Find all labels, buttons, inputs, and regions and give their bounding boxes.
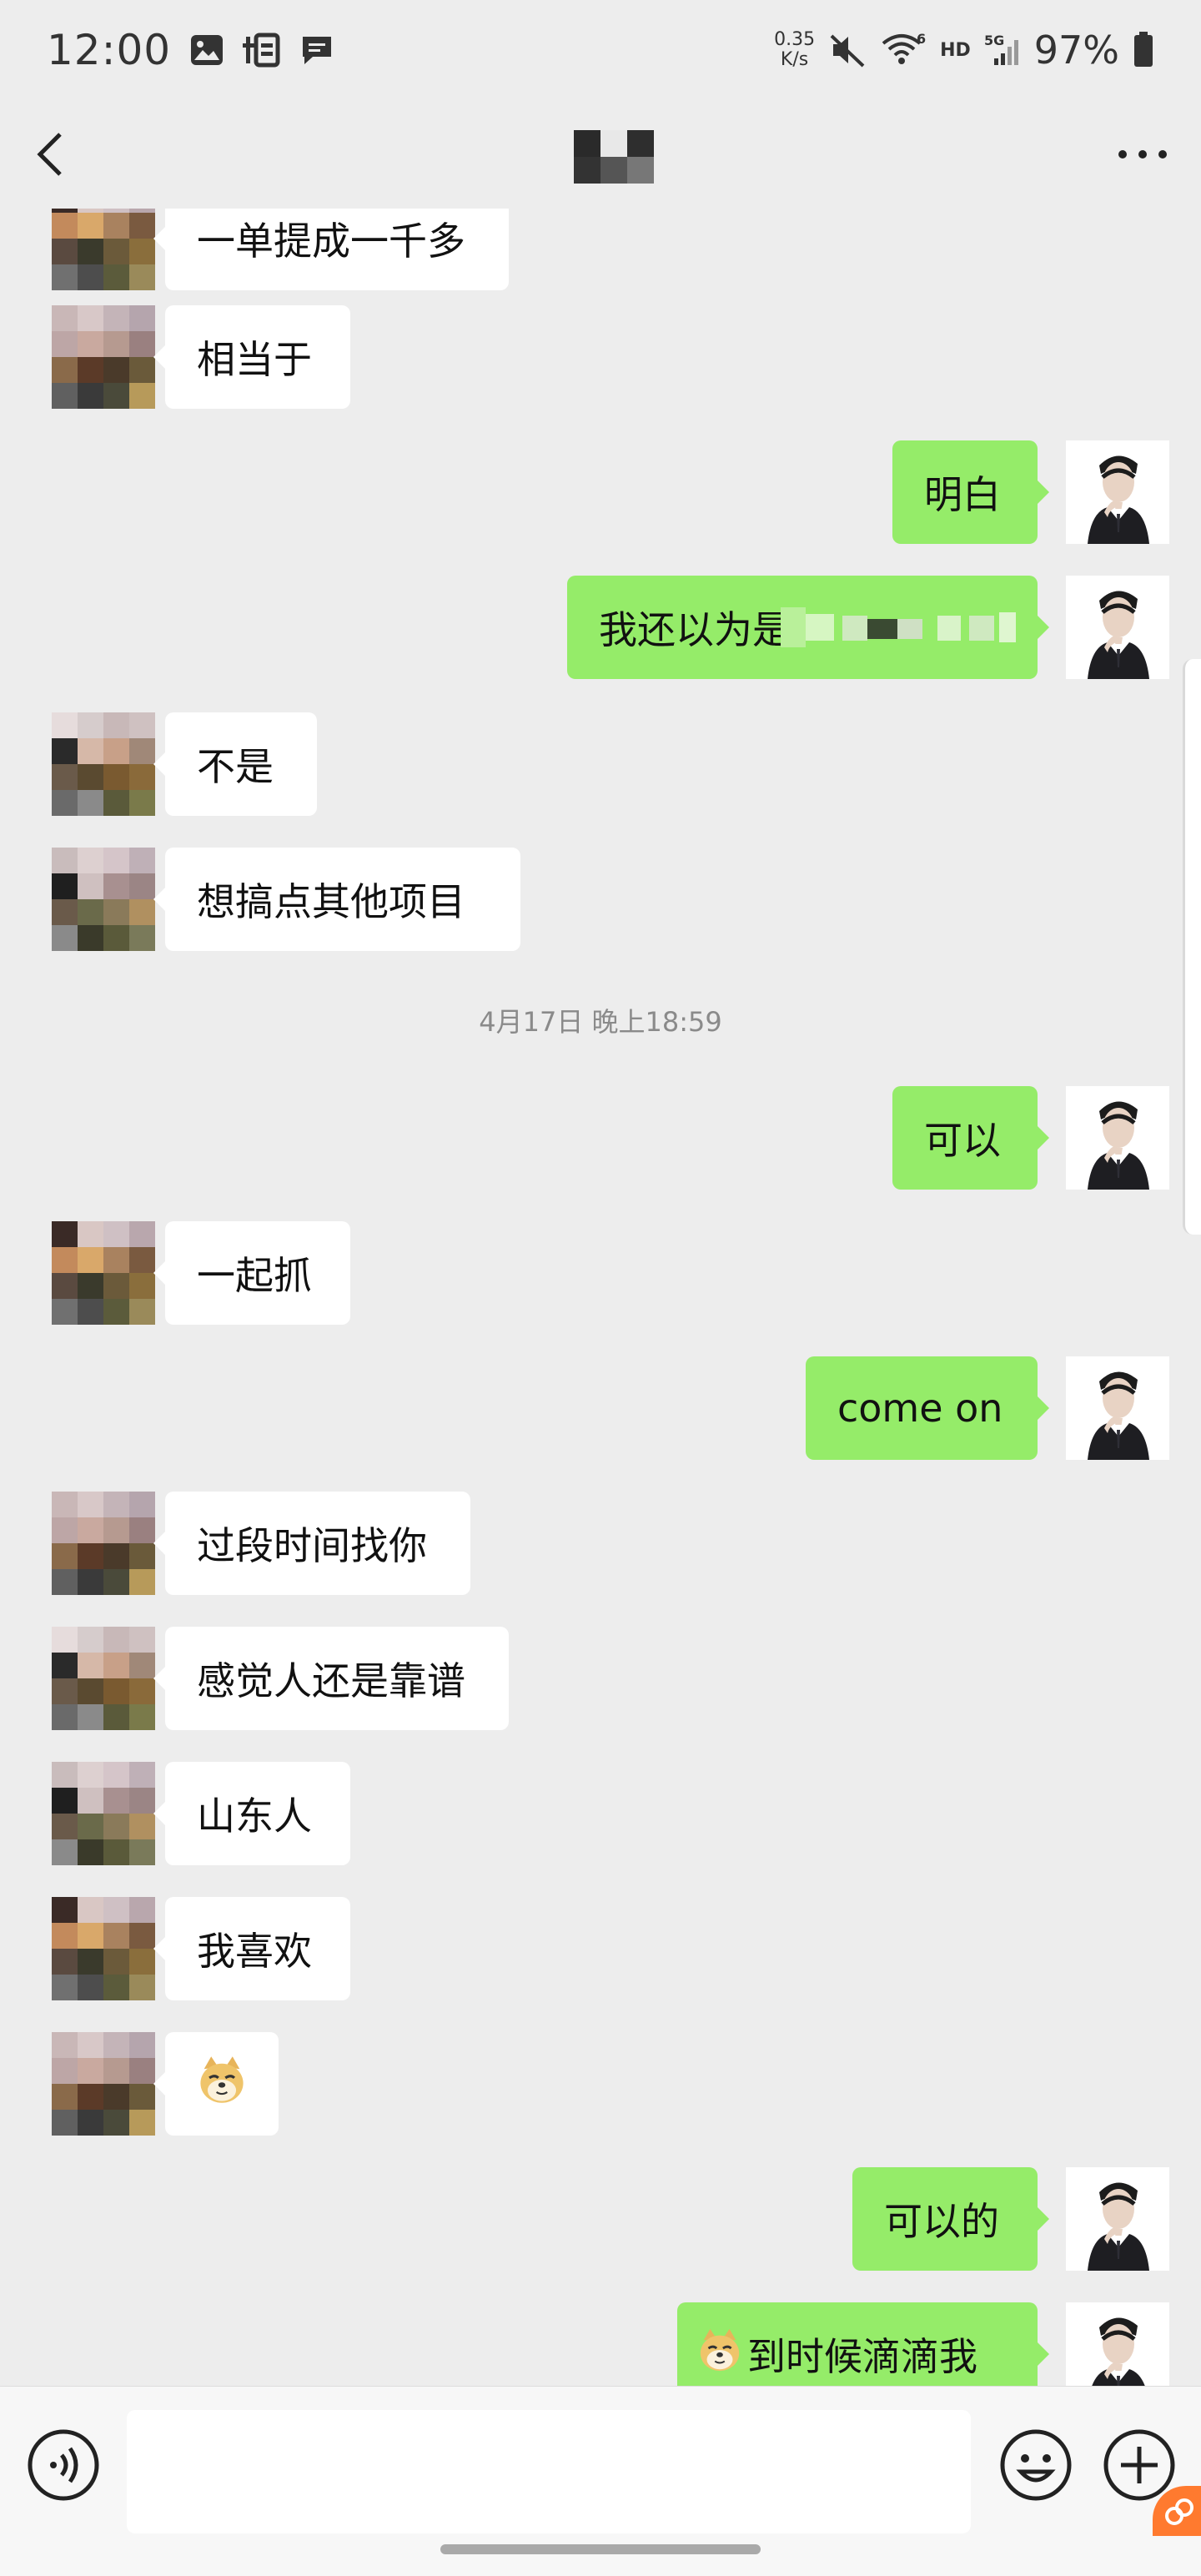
- status-time: 12:00: [47, 26, 172, 74]
- voice-icon[interactable]: [27, 2428, 100, 2502]
- avatar[interactable]: [52, 848, 155, 951]
- battery-icon: [1133, 32, 1154, 68]
- emoji-icon[interactable]: [999, 2428, 1073, 2502]
- signal-icon: 5G: [984, 32, 1021, 68]
- hd-label: HD: [940, 39, 971, 61]
- avatar-mosaic: [52, 712, 155, 816]
- avatar[interactable]: [52, 209, 155, 290]
- net-speed: 0.35 K/s: [774, 30, 815, 70]
- outgoing-message[interactable]: 可以的: [852, 2167, 1049, 2271]
- outgoing-message[interactable]: 我还以为是: [567, 576, 1049, 679]
- avatar-self[interactable]: [1066, 1356, 1169, 1460]
- avatar[interactable]: [52, 1627, 155, 1730]
- outgoing-message[interactable]: 可以: [892, 1086, 1049, 1190]
- avatar[interactable]: [52, 1762, 155, 1865]
- incoming-message[interactable]: 我喜欢: [153, 1897, 350, 2000]
- contact-name-redacted: [574, 130, 654, 184]
- message-text: 一单提成一千多: [197, 219, 465, 264]
- avatar-mosaic: [52, 305, 155, 409]
- incoming-message[interactable]: 一起抓: [153, 1221, 350, 1325]
- status-bar: 12:00 0.35 K/s 6 HD 5G 97%: [0, 0, 1201, 100]
- message-text: 想搞点其他项目: [197, 879, 465, 924]
- gallery-icon: [189, 33, 224, 67]
- avatar-self[interactable]: [1066, 2302, 1169, 2386]
- message-text: come on: [837, 1386, 1003, 1431]
- avatar-mosaic: [52, 848, 155, 951]
- avatar-mosaic: [52, 1897, 155, 2000]
- message-text: 过段时间找你: [197, 1523, 427, 1568]
- message-text: 山东人: [197, 1794, 312, 1839]
- incoming-message[interactable]: 相当于: [153, 305, 350, 409]
- message-text: 可以: [924, 1118, 1001, 1163]
- incoming-message[interactable]: [153, 2032, 279, 2136]
- chat-timestamp: 4月17日 晚上18:59: [479, 1006, 722, 1038]
- outgoing-message[interactable]: 到时候滴滴我: [677, 2302, 1049, 2386]
- chevron-left-icon[interactable]: [32, 128, 68, 181]
- message-text: 明白: [924, 472, 1001, 517]
- message-text: 我喜欢: [197, 1929, 312, 1974]
- outgoing-message[interactable]: come on: [806, 1356, 1049, 1460]
- incoming-message[interactable]: 过段时间找你: [153, 1492, 470, 1595]
- avatar-mosaic: [52, 1762, 155, 1865]
- avatar-mosaic: [52, 2032, 155, 2136]
- chat-area[interactable]: 一单提成一千多 相当于明白我还以为是不是想搞点其他项目可以一起抓 come on 过段…: [0, 209, 1201, 2386]
- incoming-message[interactable]: 一单提成一千多: [153, 209, 509, 290]
- message-input[interactable]: [127, 2410, 971, 2533]
- incoming-message[interactable]: 想搞点其他项目: [153, 848, 520, 951]
- doge-emoji-icon: [195, 2053, 249, 2116]
- message-text: 可以的: [884, 2199, 999, 2244]
- nav-bar: [0, 100, 1201, 209]
- taobao-icon: [243, 32, 281, 68]
- wifi-sub-label: 6: [917, 32, 926, 47]
- incoming-message[interactable]: 山东人: [153, 1762, 350, 1865]
- message-icon: [299, 33, 334, 67]
- battery-percent: 97%: [1033, 28, 1119, 73]
- message-text: 相当于: [197, 337, 312, 382]
- avatar[interactable]: [52, 1492, 155, 1595]
- wifi-icon: 6: [880, 32, 927, 68]
- incoming-message[interactable]: 感觉人还是靠谱: [153, 1627, 509, 1730]
- avatar[interactable]: [52, 1221, 155, 1325]
- net-speed-unit: K/s: [780, 49, 809, 70]
- message-text: 不是: [197, 744, 274, 789]
- more-dots-icon[interactable]: [1116, 146, 1169, 163]
- scroll-handle[interactable]: [1183, 659, 1201, 1235]
- avatar-self[interactable]: [1066, 2167, 1169, 2271]
- avatar-self[interactable]: [1066, 576, 1169, 679]
- floating-link-badge[interactable]: [1153, 2486, 1201, 2536]
- avatar[interactable]: [52, 2032, 155, 2136]
- avatar-mosaic: [52, 1492, 155, 1595]
- message-text: 我还以为是: [599, 607, 791, 652]
- message-text: 感觉人还是靠谱: [197, 1658, 465, 1703]
- mute-icon: [828, 31, 867, 69]
- home-indicator[interactable]: [440, 2544, 761, 2554]
- doge-emoji-icon: [696, 2326, 744, 2383]
- net-speed-value: 0.35: [774, 29, 816, 50]
- five-g-label: 5G: [984, 33, 1004, 48]
- avatar-mosaic: [52, 1221, 155, 1325]
- avatar-self[interactable]: [1066, 1086, 1169, 1190]
- message-text: 到时候滴滴我: [747, 2334, 977, 2379]
- avatar[interactable]: [52, 305, 155, 409]
- avatar-self[interactable]: [1066, 440, 1169, 544]
- outgoing-message[interactable]: 明白: [892, 440, 1049, 544]
- avatar[interactable]: [52, 1897, 155, 2000]
- incoming-message[interactable]: 不是: [153, 712, 317, 816]
- avatar-mosaic: [52, 1627, 155, 1730]
- avatar[interactable]: [52, 712, 155, 816]
- message-text: 一起抓: [197, 1253, 312, 1298]
- redacted-text-overlay: [781, 601, 1016, 654]
- avatar-mosaic: [52, 209, 155, 290]
